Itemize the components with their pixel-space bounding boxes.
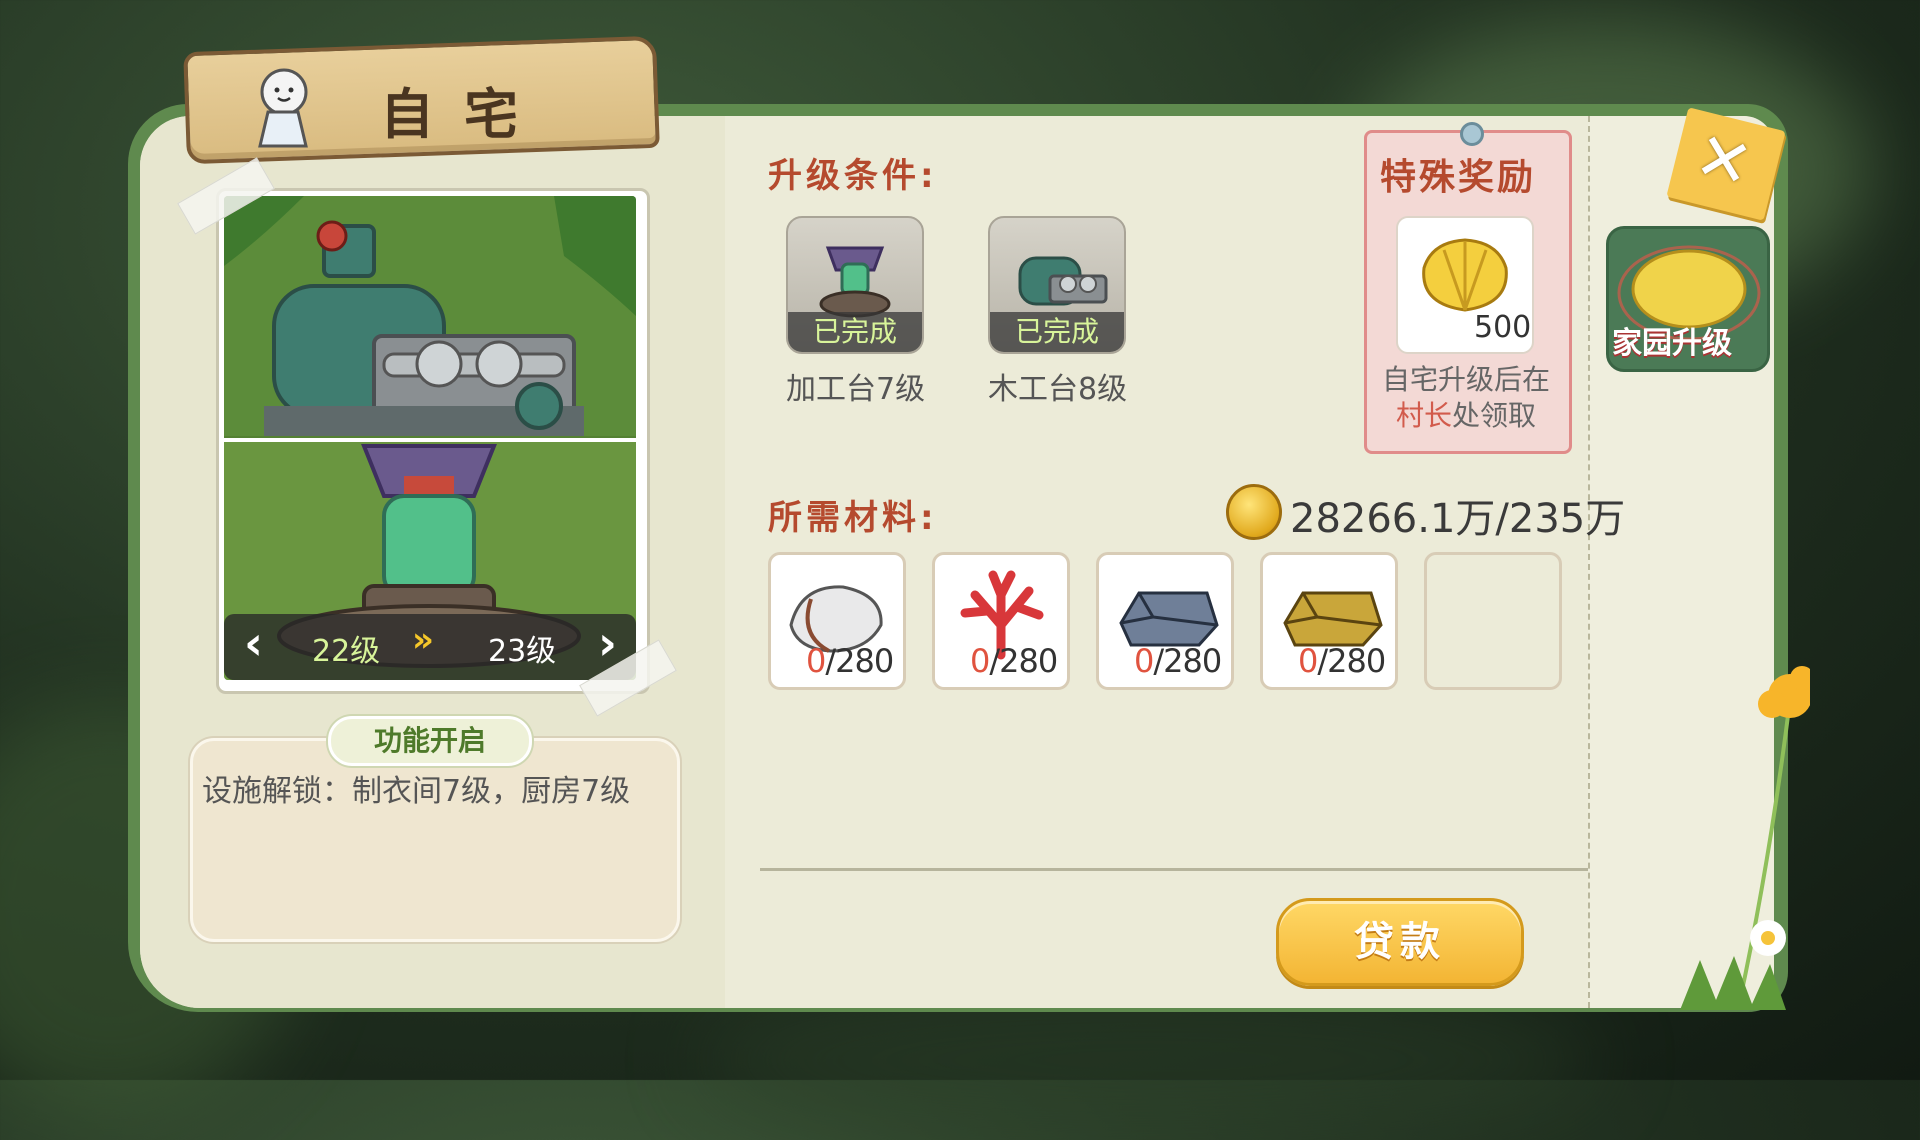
materials-heading: 所需材料: bbox=[768, 498, 938, 538]
requirement-label: 加工台7级 bbox=[786, 372, 926, 407]
material-count: 0/280 bbox=[1298, 642, 1386, 680]
material-need: /280 bbox=[989, 642, 1058, 680]
gold-coin-icon bbox=[1226, 484, 1282, 540]
completed-badge: 已完成 bbox=[990, 312, 1124, 352]
building-illustration bbox=[224, 196, 636, 680]
empty-material-slot bbox=[1424, 552, 1562, 690]
section-divider bbox=[760, 868, 1588, 871]
page-title: 自宅 bbox=[380, 83, 548, 146]
reward-note-text: 处领取 bbox=[1452, 399, 1537, 432]
material-count: 0/280 bbox=[806, 642, 894, 680]
loan-button[interactable]: 贷款 bbox=[1276, 898, 1524, 986]
material-have: 0 bbox=[970, 642, 990, 680]
village-chief-highlight: 村长 bbox=[1395, 399, 1452, 432]
reward-note-text: 自宅升级后在 bbox=[1381, 363, 1550, 396]
material-count: 0/280 bbox=[970, 642, 1058, 680]
completed-badge: 已完成 bbox=[788, 312, 922, 352]
current-level: 22级 bbox=[312, 634, 381, 669]
doll-mascot-icon bbox=[258, 68, 308, 148]
upgrade-conditions-heading: 升级条件: bbox=[768, 156, 938, 196]
next-level: 23级 bbox=[488, 634, 557, 669]
pin-icon bbox=[1460, 122, 1484, 146]
next-level-arrow-icon[interactable]: › bbox=[598, 616, 617, 670]
material-need: /280 bbox=[1153, 642, 1222, 680]
reward-quantity: 500 bbox=[1474, 310, 1532, 345]
material-have: 0 bbox=[1298, 642, 1318, 680]
material-have: 0 bbox=[806, 642, 826, 680]
material-need: /280 bbox=[1317, 642, 1386, 680]
requirement-item[interactable]: 已完成 bbox=[988, 216, 1126, 354]
gold-amount: 28266.1万/235万 bbox=[1290, 496, 1626, 542]
material-need: /280 bbox=[825, 642, 894, 680]
function-unlock-tab: 功能开启 bbox=[328, 716, 532, 766]
function-unlock-text: 设施解锁：制衣间7级，厨房7级 bbox=[202, 774, 631, 809]
requirement-item[interactable]: 已完成 bbox=[786, 216, 924, 354]
prev-level-arrow-icon[interactable]: ‹ bbox=[244, 616, 263, 670]
material-have: 0 bbox=[1134, 642, 1154, 680]
reward-note: 自宅升级后在 村长处领取 bbox=[1378, 362, 1554, 434]
requirement-label: 木工台8级 bbox=[988, 372, 1128, 407]
home-upgrade-label: 家园升级 bbox=[1612, 326, 1732, 361]
material-count: 0/280 bbox=[1134, 642, 1222, 680]
building-preview-image bbox=[224, 196, 636, 680]
flower-decoration bbox=[1680, 666, 1810, 1010]
special-reward-heading: 特殊奖励 bbox=[1380, 157, 1537, 198]
double-chevron-icon: » bbox=[412, 620, 434, 660]
